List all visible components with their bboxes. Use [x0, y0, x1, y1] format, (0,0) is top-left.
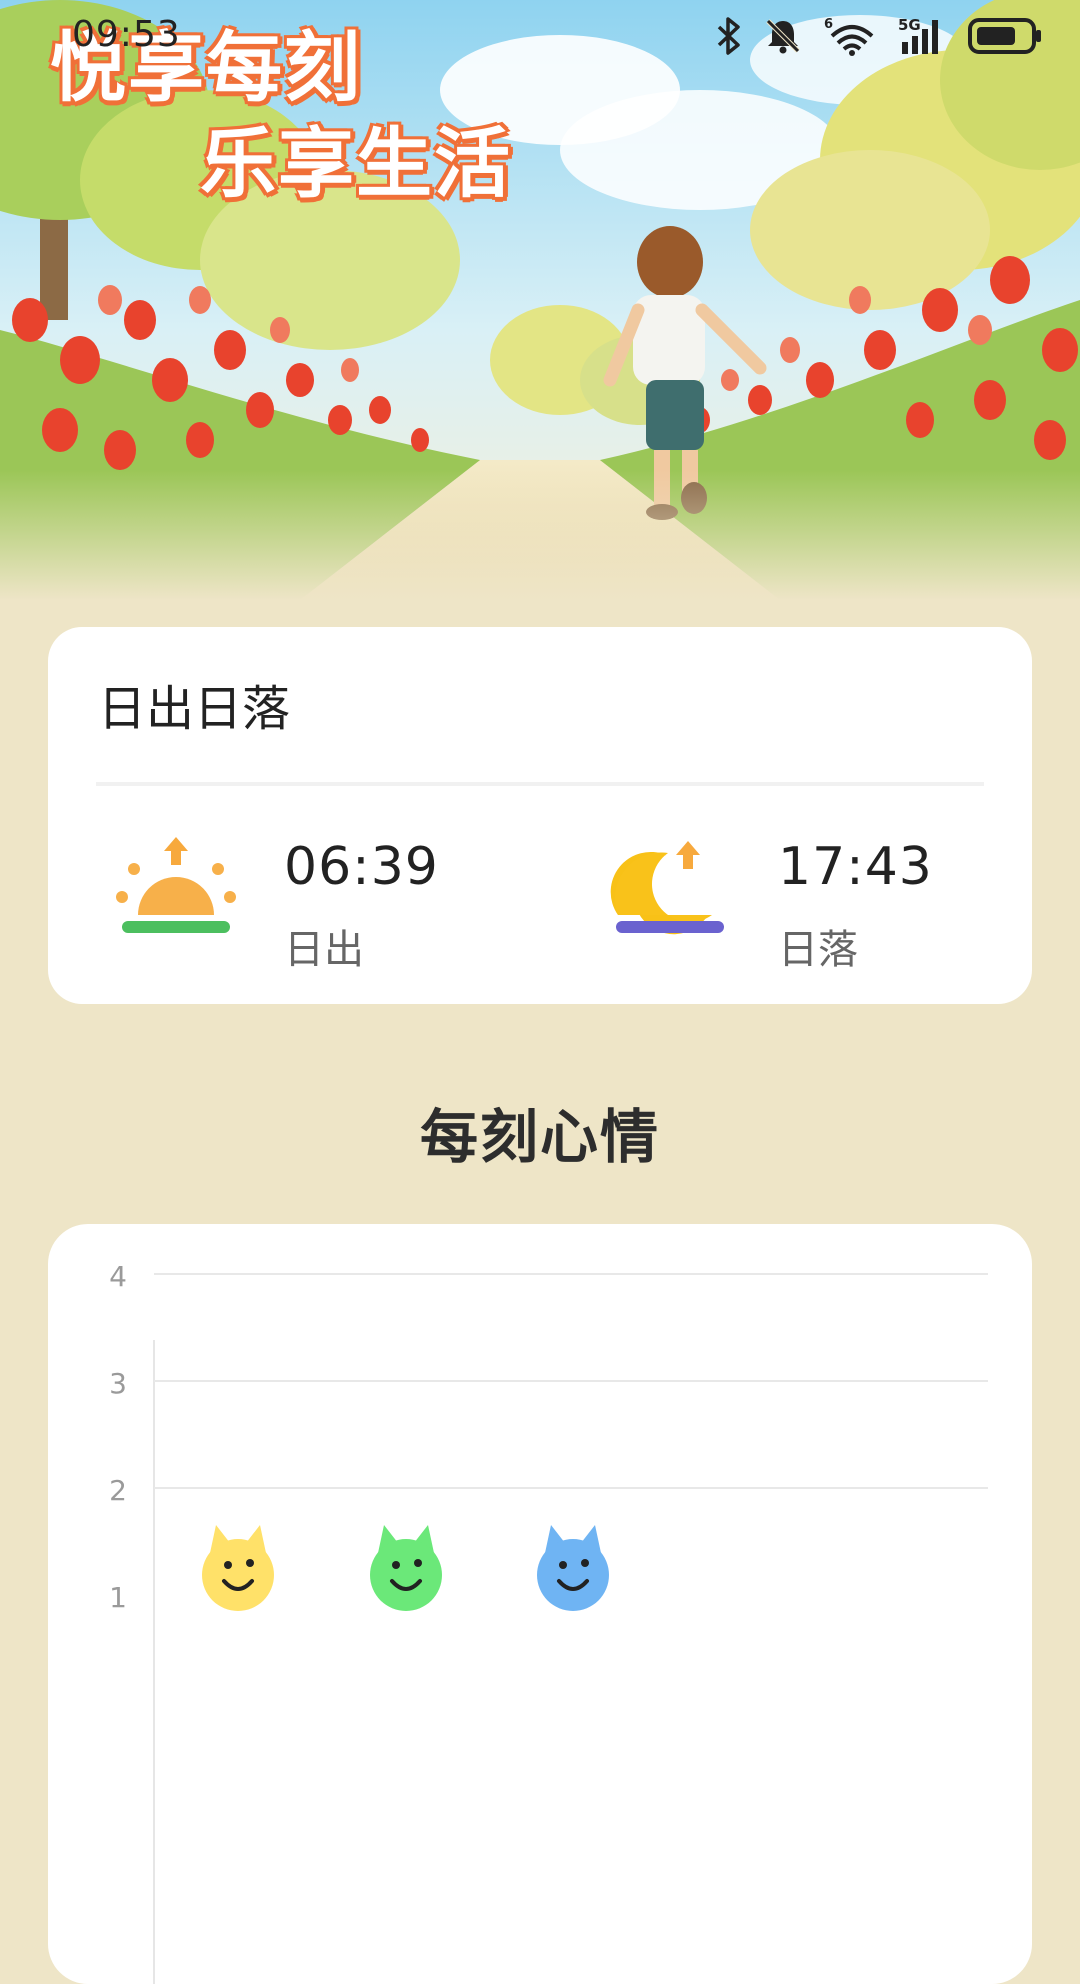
- mood-section-title: 每刻心情: [419, 1103, 660, 1171]
- green-face-mood-mark[interactable]: [370, 1525, 442, 1611]
- sunrise-label: 日出: [284, 927, 364, 973]
- sunrise-sunset-card: 日出日落 06:39 日出 17:43 日落: [48, 627, 1032, 1004]
- sunset-time: 17:43: [778, 837, 933, 897]
- sunset-label: 日落: [778, 927, 858, 973]
- slogan-line-2: 乐享生活: [200, 119, 512, 208]
- signal-label: 5G: [898, 16, 921, 34]
- blue-face-mood-mark[interactable]: [537, 1525, 609, 1611]
- sunrise-item: 06:39 日出: [114, 817, 514, 977]
- mood-chart-card: 123456: [48, 1224, 1032, 1984]
- y-tick-label: 4: [109, 1260, 127, 1293]
- hero-banner: 悦享每刻 乐享生活: [0, 0, 1080, 600]
- card-title: 日出日落: [98, 681, 291, 737]
- sunset-icon: [610, 841, 724, 935]
- battery-icon: [968, 18, 1041, 54]
- status-icons: 6 5G: [716, 16, 1044, 56]
- y-tick-label: 2: [109, 1474, 127, 1507]
- wifi-label: 6: [824, 17, 833, 32]
- signal-5g-icon: 5G: [898, 16, 938, 54]
- status-bar: 09:53 6 5G: [0, 0, 1080, 72]
- mood-chart: 123456: [109, 1260, 988, 1984]
- mute-icon: [766, 19, 800, 54]
- sunrise-icon: [116, 837, 236, 933]
- y-tick-label: 1: [109, 1581, 127, 1614]
- sunset-item: 17:43 日落: [608, 817, 1008, 977]
- y-tick-label: 3: [109, 1367, 127, 1400]
- yellow-face-mood-mark[interactable]: [202, 1525, 274, 1611]
- status-time: 09:53: [72, 14, 181, 55]
- bluetooth-icon: [717, 17, 740, 55]
- divider: [96, 782, 984, 786]
- wifi-icon: 6: [824, 17, 874, 56]
- sunrise-time: 06:39: [284, 837, 439, 897]
